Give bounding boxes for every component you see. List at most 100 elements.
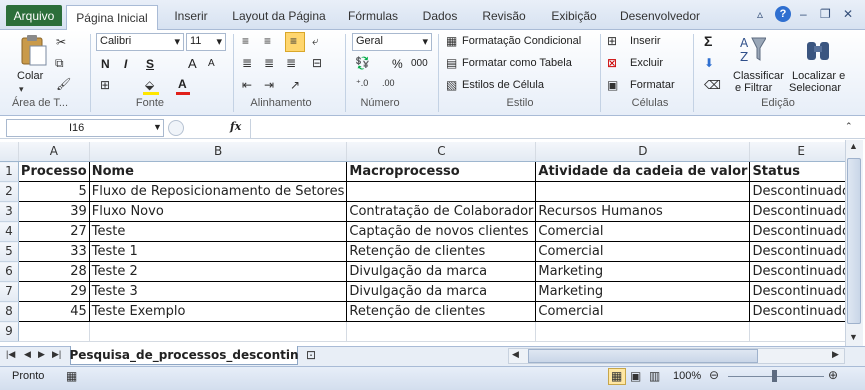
align-center-icon[interactable]: ≣ (264, 56, 274, 70)
cell-d9[interactable] (535, 321, 751, 342)
format-cells-button[interactable]: Formatar (630, 79, 675, 91)
conditional-formatting-button[interactable]: Formatação Condicional (462, 35, 581, 47)
underline-button[interactable]: S (146, 57, 154, 71)
page-layout-view-icon[interactable]: ▣ (630, 369, 641, 383)
tab-review[interactable]: Revisão (474, 5, 534, 27)
fill-color-icon[interactable]: ⬙ (145, 78, 154, 92)
tab-file[interactable]: Arquivo (6, 5, 62, 26)
cell-d1[interactable]: Atividade da cadeia de valor (535, 161, 751, 182)
formula-input[interactable] (252, 119, 842, 138)
delete-cells-button[interactable]: Excluir (630, 57, 663, 69)
zoom-out-icon[interactable]: ⊖ (709, 368, 719, 382)
cell-b6[interactable]: Teste 2 (88, 261, 348, 282)
row-header[interactable]: 3 (0, 201, 19, 222)
cell-c2[interactable] (346, 181, 537, 202)
sheet-tab-active[interactable]: Pesquisa_de_processos_descontin (69, 346, 299, 365)
zoom-level[interactable]: 100% (673, 370, 701, 382)
cell-d6[interactable]: Marketing (535, 261, 751, 282)
align-left-icon[interactable]: ≣ (242, 56, 252, 70)
cell-b4[interactable]: Teste (88, 221, 348, 242)
cell-a7[interactable]: 29 (17, 281, 90, 302)
font-size-select[interactable]: 11 ▾ (186, 33, 226, 51)
row-header[interactable]: 2 (0, 181, 19, 202)
row-header[interactable]: 4 (0, 221, 19, 242)
bold-button[interactable]: N (101, 57, 110, 71)
align-top-icon[interactable]: ≡ (242, 34, 249, 48)
paste-icon[interactable] (18, 34, 48, 66)
row-header[interactable]: 8 (0, 301, 19, 322)
cell-d8[interactable]: Comercial (535, 301, 751, 322)
format-as-table-button[interactable]: Formatar como Tabela (462, 57, 572, 69)
paste-dropdown-icon[interactable]: ▾ (19, 84, 24, 95)
format-painter-icon[interactable]: 🖌 (56, 77, 71, 91)
increase-indent-icon[interactable]: ⇥ (264, 78, 274, 92)
row-header[interactable]: 6 (0, 261, 19, 282)
page-break-view-icon[interactable]: ▥ (649, 369, 660, 383)
italic-button[interactable]: I (124, 57, 127, 71)
window-close-icon[interactable]: ✕ (843, 7, 853, 21)
first-sheet-icon[interactable]: |◀ (6, 349, 15, 360)
cell-e8[interactable]: Descontinuado (749, 301, 853, 322)
cell-d7[interactable]: Marketing (535, 281, 751, 302)
insert-sheet-icon[interactable]: ⊡ (306, 348, 316, 362)
tab-data[interactable]: Dados (412, 5, 468, 27)
zoom-slider-thumb[interactable] (772, 370, 777, 382)
cell-e4[interactable]: Descontinuado (749, 221, 853, 242)
align-right-icon[interactable]: ≣ (286, 56, 296, 70)
column-header-b[interactable]: B (89, 142, 348, 162)
tab-insert[interactable]: Inserir (164, 5, 218, 27)
insert-function-button[interactable]: fx (230, 120, 241, 133)
accounting-format-icon[interactable]: 💱 (355, 56, 370, 70)
horizontal-scroll-thumb[interactable] (528, 349, 758, 363)
cell-c1[interactable]: Macroprocesso (346, 161, 537, 182)
thousands-button[interactable]: 000 (411, 58, 428, 69)
cell-b2[interactable]: Fluxo de Reposicionamento de Setores (88, 181, 348, 202)
scroll-right-icon[interactable]: ▶ (832, 349, 839, 360)
cell-a9[interactable] (18, 321, 90, 342)
scroll-up-icon[interactable]: ▲ (849, 141, 858, 151)
column-header-a[interactable]: A (18, 142, 90, 162)
column-header-e[interactable]: E (749, 142, 853, 162)
cell-e3[interactable]: Descontinuado (749, 201, 853, 222)
tab-page-layout[interactable]: Layout da Página (224, 5, 334, 27)
tab-developer[interactable]: Desenvolvedor (612, 5, 708, 27)
cell-b1[interactable]: Nome (88, 161, 348, 182)
name-box-dropdown-icon[interactable]: ▼ (153, 122, 162, 132)
orientation-icon[interactable]: ↗ (290, 78, 300, 92)
expand-formula-bar-icon[interactable]: ⌃ (845, 121, 853, 132)
cell-d4[interactable]: Comercial (535, 221, 751, 242)
scroll-left-icon[interactable]: ◀ (512, 349, 519, 360)
paste-button[interactable]: Colar (17, 70, 43, 82)
number-format-select[interactable]: Geral ▾ (352, 33, 432, 51)
cell-a2[interactable]: 5 (17, 181, 90, 202)
merge-center-icon[interactable]: ⊟ (312, 56, 322, 70)
cell-e2[interactable]: Descontinuado (749, 181, 853, 202)
tab-view[interactable]: Exibição (540, 5, 608, 27)
zoom-in-icon[interactable]: ⊕ (828, 368, 838, 382)
cell-c3[interactable]: Contratação de Colaborador (346, 201, 537, 222)
font-color-button[interactable]: A (178, 77, 187, 91)
tab-formulas[interactable]: Fórmulas (340, 5, 406, 27)
font-name-select[interactable]: Calibri ▾ (96, 33, 184, 51)
align-middle-icon[interactable]: ≡ (264, 34, 271, 48)
cell-c4[interactable]: Captação de novos clientes (346, 221, 537, 242)
cut-icon[interactable]: ✂ (56, 35, 66, 49)
cell-e1[interactable]: Status (749, 161, 853, 182)
find-select-icon[interactable] (804, 34, 832, 64)
cell-b9[interactable] (89, 321, 348, 342)
select-all-corner[interactable] (0, 142, 19, 162)
formula-bar-splitter[interactable] (168, 120, 184, 136)
percent-button[interactable]: % (392, 57, 403, 71)
cell-styles-button[interactable]: Estilos de Célula (462, 79, 544, 91)
row-header[interactable]: 5 (0, 241, 19, 262)
help-icon[interactable]: ? (775, 6, 791, 22)
cell-a1[interactable]: Processo (17, 161, 90, 182)
row-header[interactable]: 1 (0, 161, 19, 182)
scroll-down-icon[interactable]: ▼ (849, 332, 858, 342)
clear-icon[interactable]: ⌫ (704, 78, 721, 92)
next-sheet-icon[interactable]: ▶ (38, 349, 45, 360)
column-header-c[interactable]: C (346, 142, 537, 162)
cell-c8[interactable]: Retenção de clientes (346, 301, 537, 322)
increase-decimal-icon[interactable]: ⁺.0 (356, 78, 368, 89)
cell-c6[interactable]: Divulgação da marca (346, 261, 537, 282)
